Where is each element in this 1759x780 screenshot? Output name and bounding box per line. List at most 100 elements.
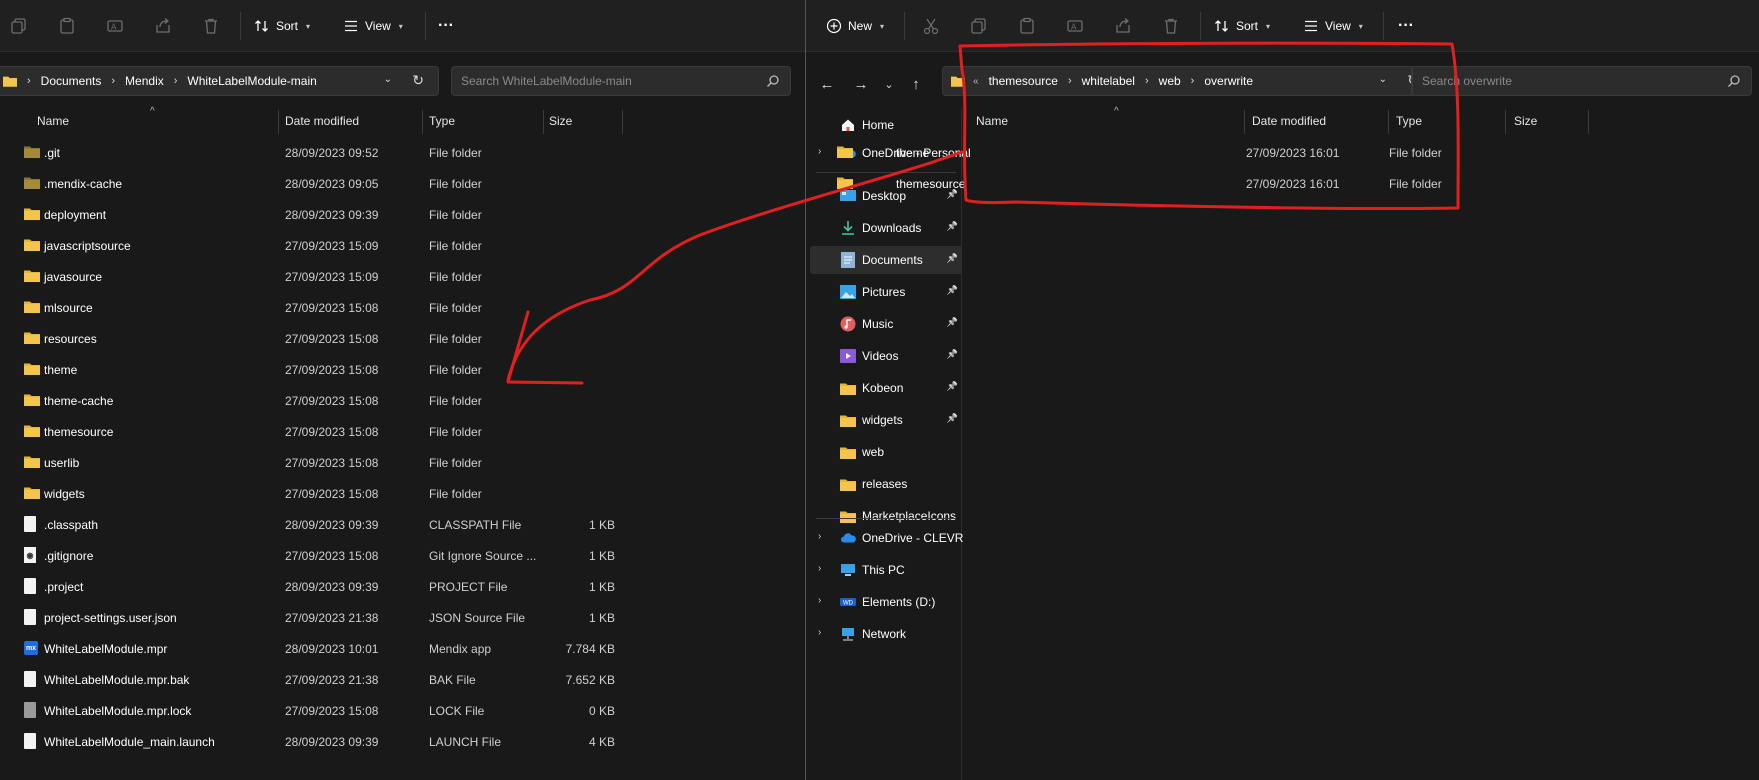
file-row[interactable]: userlib 27/09/2023 15:08 File folder (0, 447, 805, 478)
file-row[interactable]: themesource 27/09/2023 15:08 File folder (0, 416, 805, 447)
quick-access-item[interactable]: widgets 📌 (810, 406, 962, 434)
more-options-button[interactable]: ··· (1398, 13, 1414, 39)
nav-home-label: Home (862, 118, 895, 132)
rename-icon[interactable]: A (106, 13, 124, 39)
file-row[interactable]: deployment 28/09/2023 09:39 File folder (0, 199, 805, 230)
column-name[interactable]: Name (976, 114, 1008, 128)
quick-access-item[interactable]: Downloads 📌 (810, 214, 962, 242)
chevron-right-icon: › (111, 75, 116, 87)
file-row[interactable]: theme 27/09/2023 15:08 File folder (0, 354, 805, 385)
nav-onedrive-clevr[interactable]: › OneDrive - CLEVR (810, 524, 963, 552)
quick-access-item[interactable]: web (810, 438, 962, 466)
paste-icon[interactable] (58, 13, 76, 39)
new-button[interactable]: New ▾ (826, 13, 884, 39)
pin-icon[interactable]: 📌 (947, 285, 958, 296)
file-row[interactable]: widgets 27/09/2023 15:08 File folder (0, 478, 805, 509)
forward-arrow-icon[interactable]: → (849, 72, 873, 96)
chevron-right-icon[interactable]: › (818, 595, 821, 606)
column-size[interactable]: Size (1514, 114, 1537, 128)
quick-access-item[interactable]: Documents 📌 (810, 246, 962, 274)
file-row[interactable]: mlsource 27/09/2023 15:08 File folder (0, 292, 805, 323)
file-size: 1 KB (588, 518, 615, 532)
pin-icon[interactable]: 📌 (947, 413, 958, 424)
nav-network[interactable]: › Network (810, 620, 962, 648)
chevron-down-icon: ▾ (1358, 21, 1363, 31)
file-row[interactable]: .project 28/09/2023 09:39 PROJECT File 1 KB (0, 571, 805, 602)
address-history-chevron-icon[interactable]: ⌄ (384, 74, 392, 85)
breadcrumb-whitelabelmodule-main[interactable]: WhiteLabelModule-main (187, 74, 316, 88)
file-row[interactable]: .git 28/09/2023 09:52 File folder (0, 137, 805, 168)
pin-icon[interactable]: 📌 (947, 221, 958, 232)
folder-icon (24, 424, 40, 437)
nav-elements-drive[interactable]: › WD Elements (D:) (810, 588, 962, 616)
up-arrow-icon[interactable]: ↑ (904, 72, 928, 96)
more-options-button[interactable]: ··· (438, 13, 454, 39)
right-address-bar[interactable]: « themesource › whitelabel › web › overw… (942, 66, 1434, 96)
chevron-right-icon[interactable]: › (818, 146, 821, 157)
copy-icon[interactable] (970, 13, 988, 39)
nav-this-pc[interactable]: › This PC (810, 556, 962, 584)
breadcrumb-whitelabel[interactable]: whitelabel (1082, 74, 1135, 88)
left-search-input[interactable]: Search WhiteLabelModule-main (451, 66, 791, 96)
column-date-modified[interactable]: Date modified (1252, 114, 1326, 128)
quick-access-item[interactable]: Music 📌 (810, 310, 962, 338)
file-row[interactable]: javasource 27/09/2023 15:09 File folder (0, 261, 805, 292)
quick-access-item[interactable]: Pictures 📌 (810, 278, 962, 306)
share-icon[interactable] (154, 13, 172, 39)
pin-icon[interactable]: 📌 (947, 349, 958, 360)
nav-onedrive-personal[interactable]: › OneDrive - Personal (810, 139, 971, 167)
address-history-chevron-icon[interactable]: ⌄ (1379, 74, 1387, 85)
file-row[interactable]: ◉ .gitignore 27/09/2023 15:08 Git Ignore So… (0, 540, 805, 571)
delete-icon[interactable] (202, 13, 220, 39)
chevron-right-icon[interactable]: › (818, 627, 821, 638)
view-button[interactable]: View ▾ (343, 13, 403, 39)
delete-icon[interactable] (1162, 13, 1180, 39)
file-row[interactable]: theme 27/09/2023 16:01 File folder (837, 137, 1759, 168)
column-size[interactable]: Size (549, 114, 572, 128)
recent-locations-chevron-icon[interactable]: ⌄ (877, 72, 901, 96)
breadcrumb-web[interactable]: web (1159, 74, 1181, 88)
chevron-right-icon[interactable]: › (818, 531, 821, 542)
column-type[interactable]: Type (1396, 114, 1422, 128)
breadcrumb-documents[interactable]: Documents (41, 74, 102, 88)
pin-icon[interactable]: 📌 (947, 317, 958, 328)
file-row[interactable]: WhiteLabelModule.mpr.lock 27/09/2023 15:0… (0, 695, 805, 726)
breadcrumb-overflow-icon[interactable]: « (973, 76, 979, 87)
column-name[interactable]: Name (37, 114, 69, 128)
nav-home[interactable]: Home (810, 111, 962, 139)
breadcrumb-mendix[interactable]: Mendix (125, 74, 164, 88)
rename-icon[interactable]: A (1066, 13, 1084, 39)
file-row[interactable]: resources 27/09/2023 15:08 File folder (0, 323, 805, 354)
back-arrow-icon[interactable]: ← (815, 72, 839, 96)
view-button[interactable]: View ▾ (1303, 13, 1363, 39)
file-row[interactable]: project-settings.user.json 27/09/2023 21:… (0, 602, 805, 633)
quick-access-item[interactable]: releases (810, 470, 962, 498)
copy-icon[interactable] (10, 13, 28, 39)
chevron-right-icon[interactable]: › (818, 563, 821, 574)
quick-access-item[interactable]: Kobeon 📌 (810, 374, 962, 402)
file-row[interactable]: .mendix-cache 28/09/2023 09:05 File folder (0, 168, 805, 199)
file-row[interactable]: WhiteLabelModule.mpr.bak 27/09/2023 21:38… (0, 664, 805, 695)
sort-button[interactable]: Sort ▾ (254, 13, 310, 39)
left-address-bar[interactable]: › Documents › Mendix › WhiteLabelModule-… (0, 66, 439, 96)
file-row[interactable]: theme-cache 27/09/2023 15:08 File folder (0, 385, 805, 416)
breadcrumb-themesource[interactable]: themesource (989, 74, 1058, 88)
breadcrumb-overwrite[interactable]: overwrite (1204, 74, 1253, 88)
file-row[interactable]: themesource 27/09/2023 16:01 File folder (837, 168, 1759, 199)
refresh-icon[interactable]: ↻ (412, 72, 424, 89)
column-date-modified[interactable]: Date modified (285, 114, 359, 128)
file-row[interactable]: .classpath 28/09/2023 09:39 CLASSPATH File… (0, 509, 805, 540)
paste-icon[interactable] (1018, 13, 1036, 39)
pin-icon[interactable]: 📌 (947, 381, 958, 392)
file-row[interactable]: javascriptsource 27/09/2023 15:09 File fol… (0, 230, 805, 261)
share-icon[interactable] (1114, 13, 1132, 39)
file-row[interactable]: WhiteLabelModule_main.launch 28/09/2023 0… (0, 726, 805, 757)
cut-icon[interactable] (922, 13, 940, 39)
file-row[interactable]: mx WhiteLabelModule.mpr 28/09/2023 10:01 Me… (0, 633, 805, 664)
right-search-input[interactable]: Search overwrite (1412, 66, 1752, 96)
column-type[interactable]: Type (429, 114, 455, 128)
quick-access-item[interactable]: Videos 📌 (810, 342, 962, 370)
sort-button[interactable]: Sort ▾ (1214, 13, 1270, 39)
quick-access-label: Music (862, 317, 894, 331)
pin-icon[interactable]: 📌 (947, 253, 958, 264)
